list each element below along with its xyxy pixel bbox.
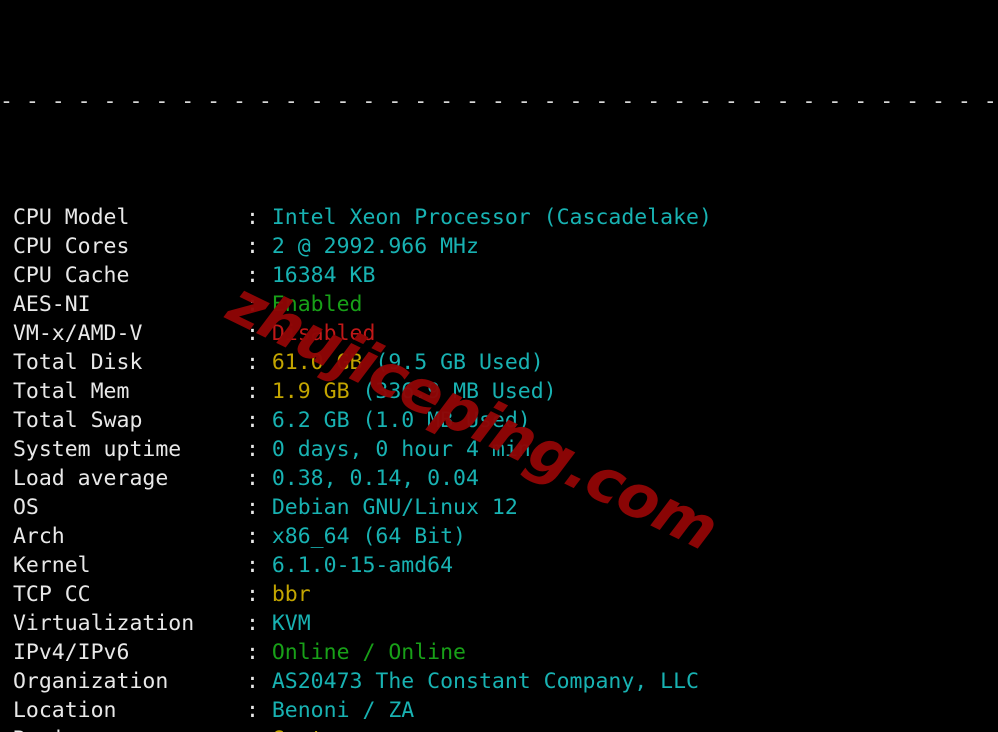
system-info-row-colon: : xyxy=(245,553,272,578)
system-info-row-colon: : xyxy=(245,379,272,404)
system-info-row-label: IPv4/IPv6 xyxy=(0,640,246,665)
system-info-row: Region : Gauteng xyxy=(0,725,998,732)
system-info-row: CPU Model : Intel Xeon Processor (Cascad… xyxy=(0,203,998,232)
system-info-row-value: 61.0 GB xyxy=(271,350,363,375)
system-info-row-value: 0.38, 0.14, 0.04 xyxy=(271,466,479,491)
system-info-block: CPU Model : Intel Xeon Processor (Cascad… xyxy=(0,203,998,732)
system-info-row-value-secondary: (336.9 MB Used) xyxy=(349,379,557,404)
system-info-row-value: 2 @ 2992.966 MHz xyxy=(271,234,479,259)
terminal-window: - - - - - - - - - - - - - - - - - - - - … xyxy=(0,0,998,732)
system-info-row: Load average : 0.38, 0.14, 0.04 xyxy=(0,464,998,493)
system-info-row-value: 6.1.0-15-amd64 xyxy=(271,553,454,578)
system-info-row-colon: : xyxy=(245,669,272,694)
system-info-row-colon: : xyxy=(245,350,272,375)
system-info-row-value: 6.2 GB (1.0 MB Used) xyxy=(271,408,531,433)
system-info-row-colon: : xyxy=(245,292,272,317)
system-info-row-label: Total Disk xyxy=(0,350,246,375)
system-info-row-value: 1.9 GB xyxy=(271,379,350,404)
system-info-row-colon: : xyxy=(245,437,272,462)
system-info-row-colon: : xyxy=(245,524,272,549)
system-info-row: CPU Cores : 2 @ 2992.966 MHz xyxy=(0,232,998,261)
system-info-row-colon: : xyxy=(245,640,272,665)
system-info-row-label: Kernel xyxy=(0,553,246,578)
system-info-row-colon: : xyxy=(245,611,272,636)
system-info-row-colon: : xyxy=(246,727,272,732)
system-info-row: Kernel : 6.1.0-15-amd64 xyxy=(0,551,998,580)
system-info-row: Organization : AS20473 The Constant Comp… xyxy=(0,667,998,696)
system-info-row: Location : Benoni / ZA xyxy=(0,696,998,725)
system-info-row-value: Online / Online xyxy=(271,640,467,665)
system-info-row-label: Arch xyxy=(0,524,246,549)
system-info-row-value: x86_64 (64 Bit) xyxy=(271,524,467,549)
system-info-row-label: AES-NI xyxy=(0,292,246,317)
system-info-row: TCP CC : bbr xyxy=(0,580,998,609)
system-info-row-value: Intel Xeon Processor (Cascadelake) xyxy=(271,205,712,230)
system-info-row-value-secondary: (9.5 GB Used) xyxy=(362,350,544,375)
system-info-row-colon: : xyxy=(245,698,272,723)
system-info-row-value: Gauteng xyxy=(272,727,363,732)
system-info-row-colon: : xyxy=(245,582,272,607)
system-info-row: Virtualization : KVM xyxy=(0,609,998,638)
system-info-row: CPU Cache : 16384 KB xyxy=(0,261,998,290)
system-info-row-label: System uptime xyxy=(0,437,246,462)
system-info-row-label: Organization xyxy=(0,669,246,694)
system-info-row-label: TCP CC xyxy=(0,582,246,607)
system-info-row: System uptime : 0 days, 0 hour 4 min xyxy=(0,435,998,464)
system-info-row: Total Mem : 1.9 GB (336.9 MB Used) xyxy=(0,377,998,406)
system-info-row-value: KVM xyxy=(271,611,311,636)
system-info-row-value: AS20473 The Constant Company, LLC xyxy=(271,669,699,694)
system-info-row: Total Disk : 61.0 GB (9.5 GB Used) xyxy=(0,348,998,377)
system-info-row: Arch : x86_64 (64 Bit) xyxy=(0,522,998,551)
system-info-row-colon: : xyxy=(245,205,272,230)
system-info-row-value: 16384 KB xyxy=(271,263,376,288)
system-info-row-label: Virtualization xyxy=(0,611,246,636)
system-info-row: AES-NI : Enabled xyxy=(0,290,998,319)
system-info-row-colon: : xyxy=(245,408,272,433)
system-info-row-value: 0 days, 0 hour 4 min xyxy=(271,437,531,462)
system-info-row-label: VM-x/AMD-V xyxy=(0,321,246,346)
system-info-row-label: Total Swap xyxy=(0,408,246,433)
system-info-row-label: Location xyxy=(0,698,246,723)
system-info-row-value: bbr xyxy=(271,582,311,607)
system-info-row-value: Enabled xyxy=(271,292,363,317)
system-info-row: VM-x/AMD-V : Disabled xyxy=(0,319,998,348)
system-info-row-colon: : xyxy=(245,466,272,491)
system-info-row-value: Debian GNU/Linux 12 xyxy=(271,495,518,520)
system-info-row-label: Load average xyxy=(0,466,246,491)
system-info-row-label: CPU Cache xyxy=(0,263,246,288)
system-info-row-colon: : xyxy=(245,495,272,520)
system-info-row-label: OS xyxy=(0,495,246,520)
system-info-row-label: CPU Cores xyxy=(0,234,246,259)
system-info-row: OS : Debian GNU/Linux 12 xyxy=(0,493,998,522)
system-info-row: IPv4/IPv6 : Online / Online xyxy=(0,638,998,667)
terminal-output: - - - - - - - - - - - - - - - - - - - - … xyxy=(0,0,998,732)
system-info-row: Total Swap : 6.2 GB (1.0 MB Used) xyxy=(0,406,998,435)
system-info-row-value: Benoni / ZA xyxy=(271,698,415,723)
system-info-row-value: Disabled xyxy=(271,321,376,346)
system-info-row-label: Total Mem xyxy=(0,379,246,404)
system-info-row-colon: : xyxy=(245,321,272,346)
system-info-row-colon: : xyxy=(245,234,272,259)
system-info-row-label: Region xyxy=(0,727,246,732)
separator-top: - - - - - - - - - - - - - - - - - - - - … xyxy=(0,89,997,114)
system-info-row-label: CPU Model xyxy=(0,205,246,230)
system-info-row-colon: : xyxy=(245,263,272,288)
